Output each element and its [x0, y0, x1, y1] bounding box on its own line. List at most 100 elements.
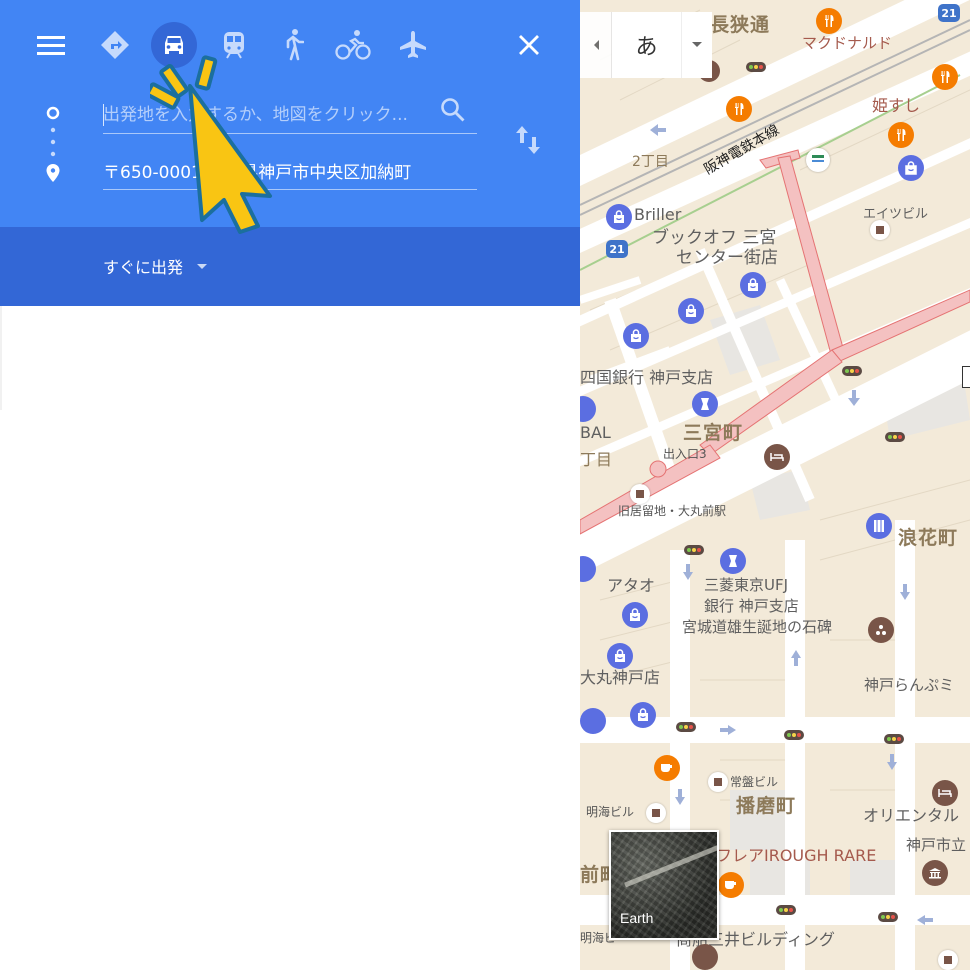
map-label-mufg-2[interactable]: 銀行 神戸支店	[704, 599, 799, 614]
restaurant-icon[interactable]	[816, 8, 842, 34]
map-label-oriental[interactable]: オリエンタル	[863, 808, 959, 824]
map-label-exit3[interactable]: 出入口3	[663, 448, 707, 460]
map-label-bal[interactable]: BAL	[580, 425, 611, 441]
app-root: 長狭通 マクドナルド 姫すし 阪神電鉄本線 2丁目 Briller ブックオフ …	[0, 0, 970, 970]
mode-flights-button[interactable]	[390, 22, 436, 68]
ime-prev-button[interactable]	[580, 12, 612, 78]
departure-options-bar: すぐに出発	[0, 227, 580, 306]
origin-input[interactable]	[103, 96, 477, 133]
traffic-light-icon	[746, 62, 766, 72]
traffic-light-icon	[878, 912, 898, 922]
museum-icon[interactable]	[922, 860, 948, 886]
travel-mode-bar	[0, 0, 580, 90]
map-label-eitsu[interactable]: エイツビル	[863, 208, 928, 221]
map-canvas[interactable]: 長狭通 マクドナルド 姫すし 阪神電鉄本線 2丁目 Briller ブックオフ …	[580, 0, 970, 970]
bank-icon[interactable]	[692, 391, 718, 417]
hotel-icon[interactable]	[764, 444, 790, 470]
close-button[interactable]	[512, 28, 546, 62]
ime-mode-button[interactable]: あ	[612, 12, 682, 78]
destination-input[interactable]	[103, 152, 477, 189]
cinema-icon[interactable]	[866, 513, 892, 539]
station-icon[interactable]	[630, 484, 650, 504]
shopping-icon[interactable]	[678, 298, 704, 324]
mode-cycling-button[interactable]	[330, 22, 376, 68]
menu-icon	[37, 36, 65, 55]
map-label-briller[interactable]: Briller	[634, 207, 681, 223]
directions-icon	[101, 31, 129, 59]
hotel-icon[interactable]	[932, 780, 958, 806]
map-label-miyagi[interactable]: 宮城道雄生誕地の石碑	[682, 620, 832, 635]
map-label-rough-rare[interactable]: フレアIROUGH RARE	[716, 848, 876, 864]
route-dots	[46, 106, 60, 182]
shopping-icon[interactable]	[898, 155, 924, 181]
shopping-icon[interactable]	[630, 702, 656, 728]
restaurant-icon[interactable]	[932, 64, 958, 90]
destination-field[interactable]	[103, 152, 477, 190]
origin-field[interactable]	[103, 96, 477, 134]
cafe-icon[interactable]	[718, 872, 744, 898]
bank-atm-icon[interactable]	[806, 148, 830, 172]
building-icon[interactable]	[938, 950, 958, 970]
swap-button[interactable]	[512, 122, 544, 158]
walk-icon	[286, 29, 304, 61]
map-label-mcdonalds[interactable]: マクドナルド	[802, 36, 892, 51]
shopping-icon[interactable]	[622, 602, 648, 628]
map-label-kobe-city[interactable]: 神戸市立	[906, 838, 966, 853]
traffic-light-icon	[884, 734, 904, 744]
menu-button[interactable]	[34, 28, 68, 62]
map-label-2chome: 2丁目	[632, 154, 669, 170]
search-button[interactable]	[437, 94, 469, 126]
map-label-atao[interactable]: アタオ	[607, 578, 655, 594]
ime-widget: あ	[580, 12, 712, 78]
train-icon	[224, 32, 244, 59]
earth-view-toggle[interactable]: Earth	[609, 830, 719, 940]
map-label-tokiwa[interactable]: 常盤ビル	[730, 776, 778, 788]
directions-header	[0, 0, 580, 227]
traffic-light-icon	[776, 905, 796, 915]
mode-driving-button[interactable]	[151, 22, 197, 68]
airplane-icon	[400, 31, 426, 58]
building-icon[interactable]	[708, 772, 728, 792]
departure-label: すぐに出発	[103, 258, 184, 277]
shopping-icon[interactable]	[740, 272, 766, 298]
chevron-left-icon	[593, 40, 599, 50]
map-label-ranbu[interactable]: 神戸らんぷミ	[864, 678, 954, 693]
map-label-meikai[interactable]: 明海ビル	[586, 806, 634, 818]
departure-time-dropdown[interactable]: すぐに出発	[103, 254, 208, 278]
ime-dropdown-button[interactable]	[682, 12, 712, 78]
mode-walking-button[interactable]	[270, 22, 316, 68]
directions-panel: すぐに出発	[0, 0, 580, 970]
bank-icon[interactable]	[720, 548, 746, 574]
close-icon	[519, 35, 539, 55]
car-icon	[165, 36, 183, 54]
bike-icon	[335, 30, 371, 60]
cafe-icon[interactable]	[654, 755, 680, 781]
traffic-light-icon	[885, 432, 905, 442]
map-label-daimaru[interactable]: 大丸神戸店	[580, 670, 660, 686]
monument-icon[interactable]	[692, 944, 718, 970]
map-label-shikoku-bank[interactable]: 四国銀行 神戸支店	[580, 370, 713, 386]
building-icon[interactable]	[870, 220, 890, 240]
monument-icon[interactable]	[868, 617, 894, 643]
panel-edge	[0, 306, 2, 410]
restaurant-icon[interactable]	[726, 96, 752, 122]
swap-icon	[516, 126, 540, 154]
shopping-icon[interactable]	[580, 708, 606, 734]
mode-transit-button[interactable]	[211, 22, 257, 68]
caret-down-icon	[692, 42, 702, 47]
shopping-icon[interactable]	[607, 643, 633, 669]
earth-label: Earth	[620, 910, 654, 926]
map-label-kyukyoryuchi-station[interactable]: 旧居留地・大丸前駅	[618, 505, 726, 517]
building-icon[interactable]	[646, 803, 666, 823]
map-edge-label	[962, 366, 970, 388]
map-label-mufg-1[interactable]: 三菱東京UFJ	[704, 578, 788, 593]
shopping-icon[interactable]	[623, 323, 649, 349]
map-label-bookoff-2[interactable]: センター街店	[676, 250, 778, 267]
map-label-bookoff-1[interactable]: ブックオフ 三宮	[652, 230, 776, 247]
map-label-nagasa[interactable]: 長狭通	[710, 16, 770, 35]
route-shield: 21	[606, 240, 628, 258]
map-label-himesushi[interactable]: 姫すし	[872, 98, 920, 114]
restaurant-icon[interactable]	[888, 122, 914, 148]
mode-best-route-button[interactable]	[92, 22, 138, 68]
shopping-icon[interactable]	[606, 204, 632, 230]
